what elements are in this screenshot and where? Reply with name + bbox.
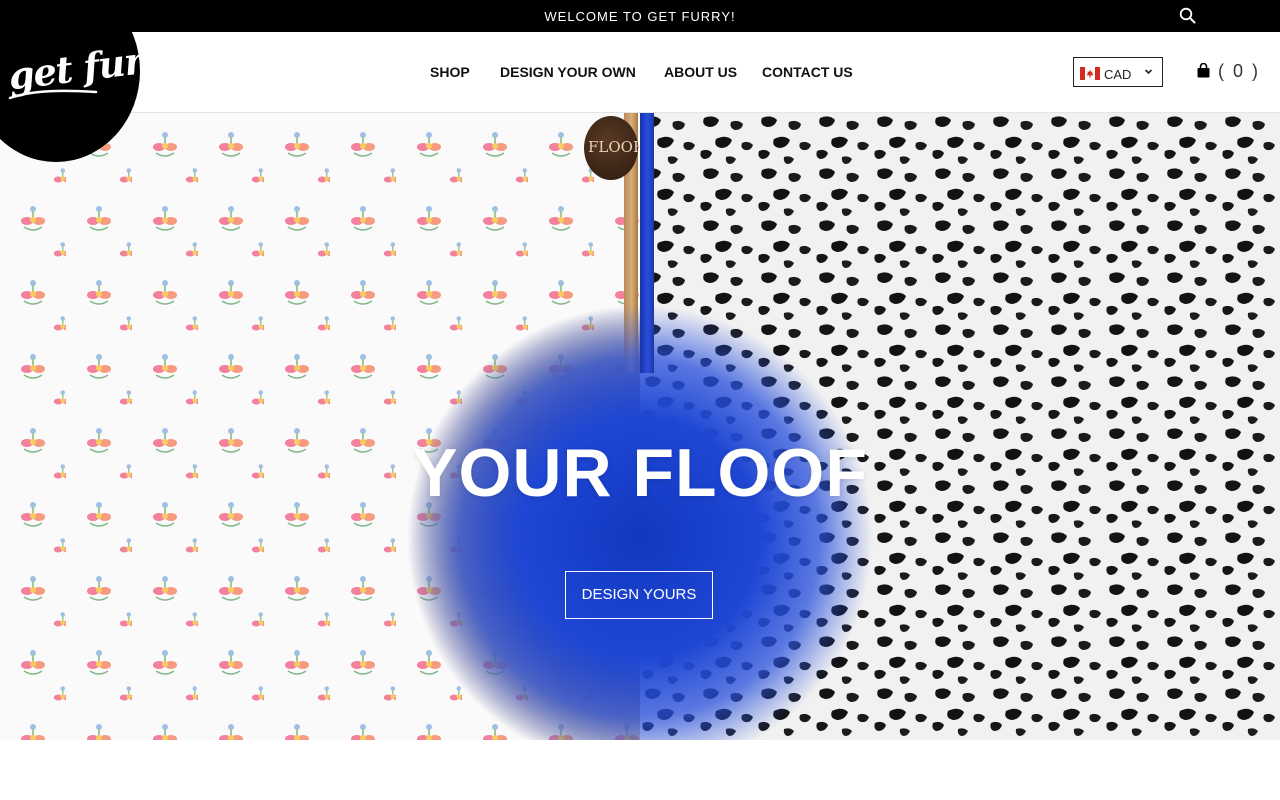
currency-selector[interactable]: CAD: [1073, 57, 1163, 87]
tag-text: FLOOF: [588, 138, 638, 156]
shopping-bag-icon: [1197, 63, 1210, 78]
nav-shop[interactable]: SHOP: [430, 64, 470, 80]
nav-about-us[interactable]: ABOUT US: [664, 64, 737, 80]
nav-design-your-own[interactable]: DESIGN YOUR OWN: [500, 64, 636, 80]
floof-leather-tag: FLOOF: [584, 116, 638, 180]
search-icon[interactable]: [1179, 7, 1196, 24]
site-header: get furry SHOP DESIGN YOUR OWN ABOUT US …: [0, 0, 1280, 162]
blue-leather-strap: [640, 113, 654, 373]
chevron-down-icon: [1144, 69, 1153, 75]
canada-flag-icon: [1080, 67, 1100, 80]
announcement-bar: WELCOME TO GET FURRY!: [0, 0, 1280, 32]
hero-banner: FLOOF YOUR FLOOF DESIGN YOURS: [0, 113, 1280, 740]
hero-title: YOUR FLOOF: [412, 435, 868, 511]
page-content-area: [0, 740, 1280, 800]
design-yours-button[interactable]: DESIGN YOURS: [565, 571, 713, 619]
welcome-text: WELCOME TO GET FURRY!: [544, 9, 736, 24]
logo-swoosh-icon: [8, 89, 98, 100]
currency-code: CAD: [1104, 67, 1132, 82]
nav-contact-us[interactable]: CONTACT US: [762, 64, 853, 80]
cart-count: ( 0 ): [1218, 61, 1261, 81]
hero-leopard-panel: [405, 113, 1280, 740]
